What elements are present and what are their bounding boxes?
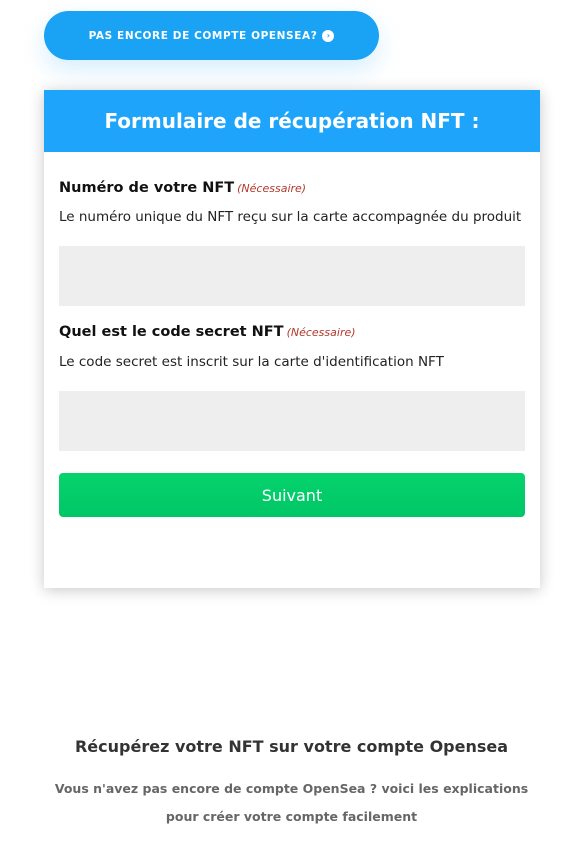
form-title: Formulaire de récupération NFT :: [104, 109, 480, 133]
opensea-section-text: Vous n'avez pas encore de compte OpenSea…: [54, 781, 529, 824]
nft-number-field-group: Numéro de votre NFT (Nécessaire) Le numér…: [59, 180, 525, 306]
arrow-circle-right-icon: ›: [322, 29, 335, 42]
nft-recovery-form: Formulaire de récupération NFT : Numéro …: [44, 90, 540, 588]
secret-code-required-note: (Nécessaire): [286, 326, 356, 339]
form-body: Numéro de votre NFT (Nécessaire) Le numér…: [44, 180, 540, 517]
opensea-section-title: Récupérez votre NFT sur votre compte Ope…: [74, 737, 509, 756]
next-button[interactable]: Suivant: [59, 473, 525, 517]
secret-code-description: Le code secret est inscrit sur la carte …: [59, 354, 444, 370]
no-opensea-account-button[interactable]: PAS ENCORE DE COMPTE OPENSEA? ›: [44, 11, 379, 60]
nft-number-required-note: (Nécessaire): [237, 182, 307, 195]
next-button-label: Suivant: [261, 485, 323, 505]
no-opensea-account-label: PAS ENCORE DE COMPTE OPENSEA?: [88, 29, 318, 42]
nft-number-description: Le numéro unique du NFT reçu sur la cart…: [59, 209, 522, 225]
secret-code-label: Quel est le code secret NFT (Nécessaire): [59, 324, 525, 340]
nft-number-label-text: Numéro de votre NFT: [59, 180, 235, 196]
secret-code-label-text: Quel est le code secret NFT: [59, 324, 284, 340]
secret-code-input[interactable]: [59, 391, 525, 451]
page: PAS ENCORE DE COMPTE OPENSEA? › Formulai…: [0, 0, 583, 867]
form-header: Formulaire de récupération NFT :: [44, 90, 540, 152]
nft-number-input[interactable]: [59, 246, 525, 306]
nft-number-label: Numéro de votre NFT (Nécessaire): [59, 180, 525, 196]
secret-code-field-group: Quel est le code secret NFT (Nécessaire) …: [59, 324, 525, 451]
